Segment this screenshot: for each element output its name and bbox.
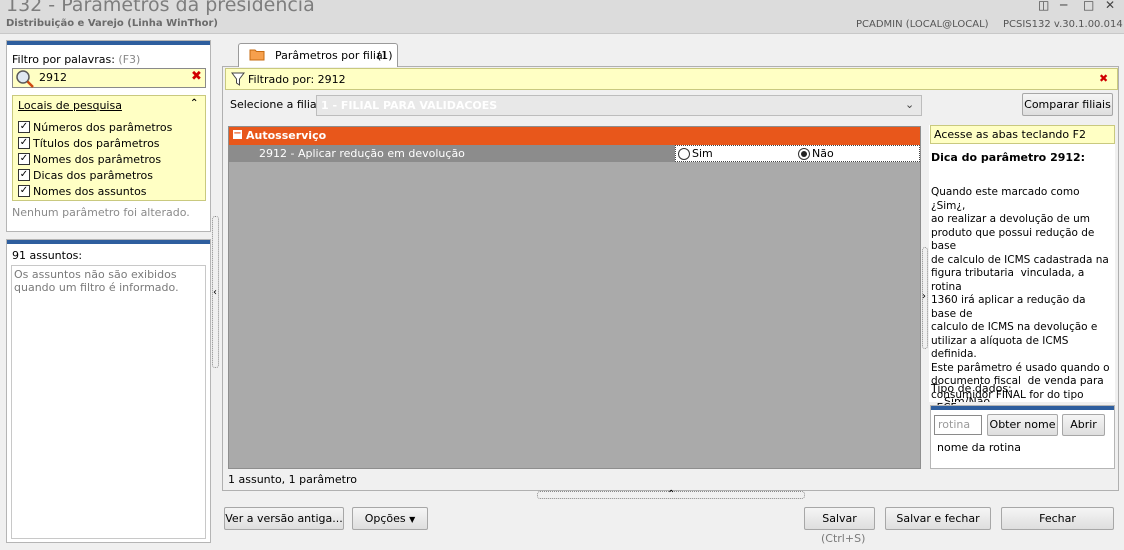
collapse-right-chevron-icon[interactable]: › [922,291,926,302]
tip-title: Dica do parâmetro 2912: [931,151,1086,164]
options-button[interactable]: Opções ▼ [352,507,428,530]
restore-icon[interactable]: ◫ [1038,0,1049,12]
get-name-button[interactable]: Obter nome [987,414,1058,436]
funnel-icon [231,72,245,86]
filtered-by-bar: Filtrado por: 2912 ✖ [225,68,1118,90]
subjects-count: 91 assuntos: [12,249,83,262]
collapse-left-chevron-icon[interactable]: ‹ [213,287,217,298]
locais-title: Locais de pesquisa [18,99,122,112]
radio-no[interactable]: Não [798,147,834,160]
tab-parameters-by-branch[interactable]: Parâmetros por filial (1) [238,43,398,67]
filter-label: Filtro por palavras: (F3) [12,53,141,66]
filter-search-box[interactable]: 2912 ✖ [12,68,206,88]
group-row-autosservico[interactable]: − Autosserviço [229,127,920,145]
collapse-bottom-chevron-icon[interactable]: ⌃ [667,489,675,500]
save-and-close-button[interactable]: Salvar e fechar [885,507,991,530]
collapse-group-icon[interactable]: − [233,129,242,139]
param-label: 2912 - Aplicar redução em devolução [259,147,465,160]
hint-text: Acesse as abas teclando F2 [934,128,1086,141]
maximize-icon[interactable]: □ [1083,0,1094,12]
old-version-button[interactable]: Ver a versão antiga... [224,507,344,530]
radio-yes-circle[interactable] [678,147,690,160]
parameters-grid: − Autosserviço 2912 - Aplicar redução em… [228,126,921,469]
rotina-input[interactable]: rotina [934,415,982,435]
clear-filtered-icon[interactable]: ✖ [1099,72,1108,85]
filter-search-input[interactable]: 2912 [39,71,67,84]
hint-box: Acesse as abas teclando F2 [930,125,1115,144]
checkbox-param-titles[interactable]: ✓ Títulos dos parâmetros [18,136,160,150]
collapse-chevron-icon[interactable]: ⌃ [190,98,198,109]
radio-yes[interactable]: Sim [678,147,713,160]
data-type-value: Sim/Não [944,395,991,402]
close-button[interactable]: Fechar [1001,507,1114,530]
checkbox-subject-names[interactable]: ✓ Nomes dos assuntos [18,184,147,198]
version-info: PCSIS132 v.30.1.00.014 [1003,19,1123,30]
tab-label: Parâmetros por filial [275,49,386,62]
change-status: Nenhum parâmetro foi alterado. [12,206,190,219]
branch-select[interactable]: 1 - FILIAL PARA VALIDACOES ⌄ [316,95,922,116]
branch-select-value: 1 - FILIAL PARA VALIDACOES [321,99,498,112]
clear-filter-icon[interactable]: ✖ [191,69,202,84]
window-title: 132 - Parâmetros da presidência [6,0,315,16]
check-icon[interactable]: ✓ [18,121,30,133]
window-subtitle: Distribuição e Varejo (Linha WinThor) [6,18,218,29]
checkbox-param-numbers[interactable]: ✓ Números dos parâmetros [18,120,172,134]
tab-count: (1) [377,49,393,62]
checkbox-param-names[interactable]: ✓ Nomes dos parâmetros [18,152,161,166]
check-icon[interactable]: ✓ [18,153,30,165]
search-icon [16,70,34,88]
dropdown-arrow-icon: ▼ [409,515,416,524]
filter-shortcut: (F3) [118,53,141,66]
search-locations-box: Locais de pesquisa ⌃ ✓ Números dos parâme… [12,95,206,201]
check-icon[interactable]: ✓ [18,137,30,149]
save-shortcut: (Ctrl+S) [821,532,866,545]
param-row-2912[interactable]: 2912 - Aplicar redução em devolução Sim … [229,145,920,162]
panel-accent-bar [931,406,1114,410]
rotina-name-label: nome da rotina [937,441,1021,454]
checkbox-param-tips[interactable]: ✓ Dicas dos parâmetros [18,168,153,182]
subjects-list[interactable]: Os assuntos não são exibidos quando um f… [11,265,206,539]
group-label: Autosserviço [246,129,327,142]
branch-select-label: Selecione a filial: [230,98,324,111]
title-bar: 132 - Parâmetros da presidência Distribu… [0,0,1124,34]
close-window-icon[interactable]: ✕ [1105,0,1115,12]
folder-icon [249,49,265,61]
footer-count: 1 assunto, 1 parâmetro [228,473,357,486]
panel-accent-bar [7,240,210,244]
check-icon[interactable]: ✓ [18,185,30,197]
param-value-cell[interactable]: Sim Não [675,145,920,162]
open-button[interactable]: Abrir [1062,414,1105,436]
check-icon[interactable]: ✓ [18,169,30,181]
filtered-by-label: Filtrado por: 2912 [248,73,346,86]
user-info: PCADMIN (LOCAL@LOCAL) [856,19,989,30]
compare-branches-button[interactable]: Comparar filiais [1022,93,1113,116]
chevron-down-icon[interactable]: ⌄ [905,98,914,111]
rotina-lookup-box: rotina Obter nome Abrir nome da rotina [930,405,1115,469]
panel-accent-bar [7,41,210,45]
minimize-icon[interactable]: ─ [1060,0,1067,12]
save-button[interactable]: Salvar [804,507,875,530]
data-type-label: Tipo de dados: [931,382,1012,395]
radio-no-circle[interactable] [798,147,810,160]
subjects-empty-message: Os assuntos não são exibidos quando um f… [14,268,179,294]
